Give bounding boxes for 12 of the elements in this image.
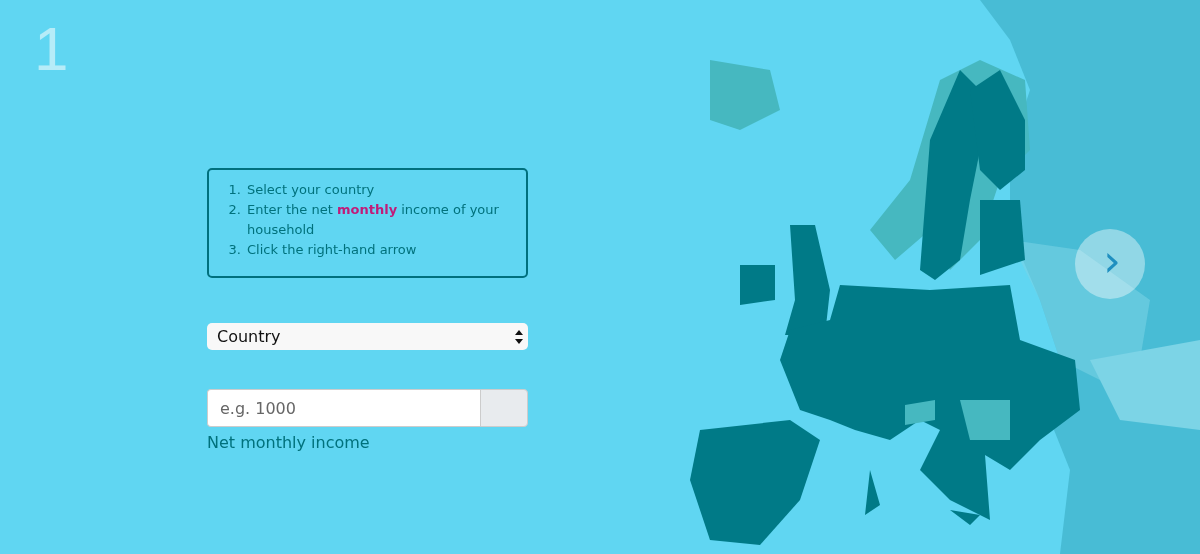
instruction-text: Enter the net monthly income of your household [247,201,500,239]
list-number: 1. [227,181,241,199]
input-addon [480,389,528,427]
list-number: 2. [227,201,241,219]
field-label: Net monthly income [207,433,371,452]
list-number: 3. [227,241,241,259]
up-down-icon [515,329,523,344]
step-number: 1 [34,18,69,80]
country-select[interactable]: Country [207,323,528,350]
instruction-text: Select your country [247,181,375,199]
instruction-text: Click the right-hand arrow [247,241,417,259]
income-field[interactable]: e.g. 1000 [207,389,480,427]
